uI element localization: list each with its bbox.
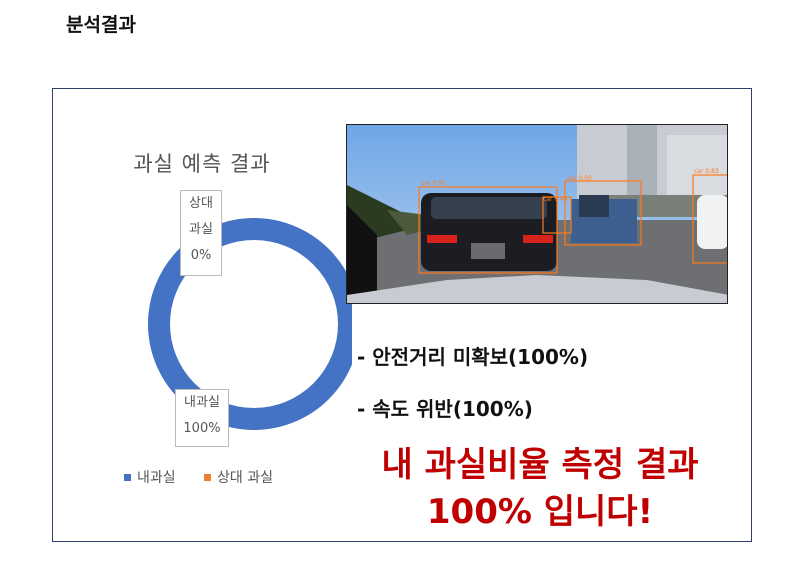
data-label-line: 과실: [189, 222, 213, 237]
detection-label: car 0.44: [543, 196, 568, 203]
data-label-value: 0%: [190, 248, 212, 263]
data-label-value: 100%: [183, 421, 221, 436]
legend-item-my-fault: 내과실: [124, 467, 176, 487]
dashcam-image: car 0.93 car 0.44 car 0.50 car 0.83: [346, 124, 728, 304]
donut-chart: [148, 218, 352, 430]
data-label-my-fault: 내과실 100%: [175, 389, 229, 447]
legend-swatch: [204, 473, 211, 481]
data-label-line: 내과실: [184, 395, 220, 410]
legend-label: 내과실: [137, 470, 176, 486]
dashcam-scene: car 0.93 car 0.44 car 0.50 car 0.83: [347, 125, 727, 303]
legend-item-other-fault: 상대 과실: [204, 467, 273, 487]
finding-speeding: - 속도 위반(100%): [357, 397, 533, 421]
detection-label: car 0.93: [421, 180, 446, 187]
data-label-other-fault: 상대 과실 0%: [180, 190, 222, 276]
result-line-1: 내 과실비율 측정 결과: [381, 445, 699, 485]
finding-safe-distance: - 안전거리 미확보(100%): [357, 345, 589, 369]
result-line-2: 100% 입니다!: [426, 492, 654, 532]
detection-label: car 0.83: [694, 168, 719, 175]
detection-label: car 0.50: [567, 175, 592, 182]
data-label-line: 상대: [189, 196, 213, 211]
legend-label: 상대 과실: [217, 470, 273, 486]
legend-swatch: [124, 473, 131, 481]
